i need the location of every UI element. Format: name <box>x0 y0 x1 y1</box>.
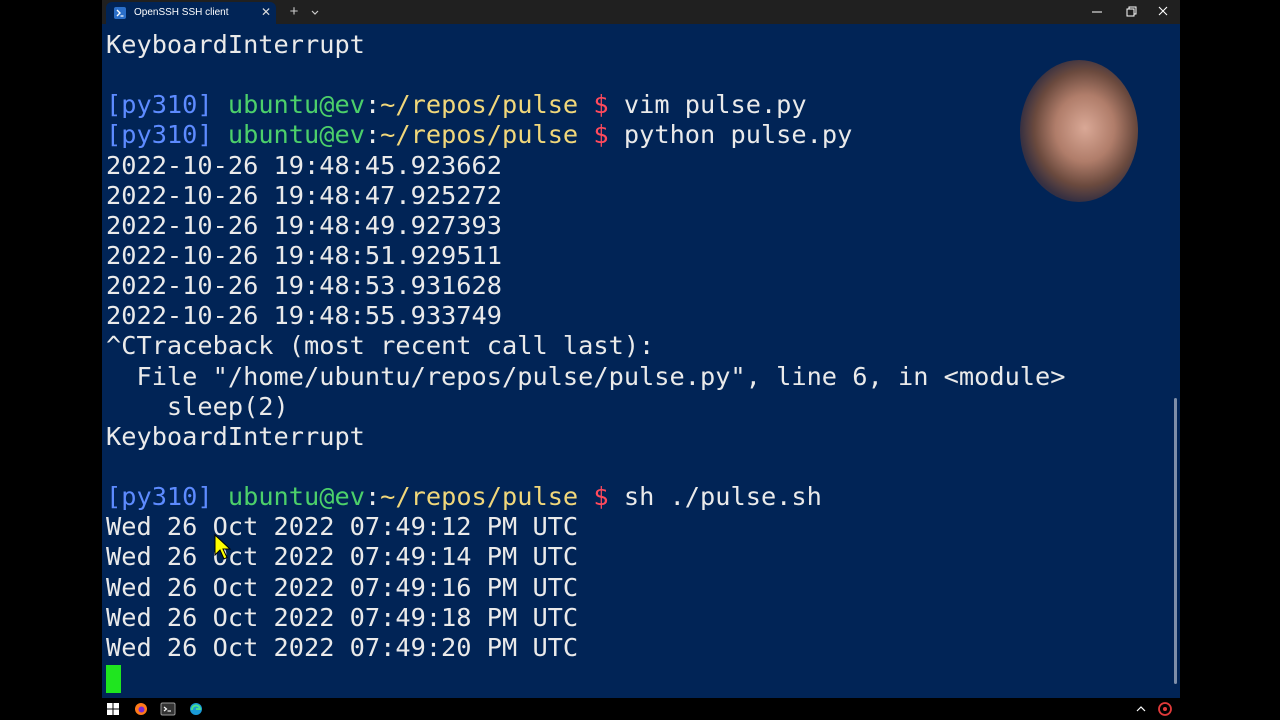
prompt-user: ubuntu@ev <box>227 482 365 512</box>
minimize-icon[interactable] <box>1080 0 1114 24</box>
cursor-line[interactable] <box>106 663 1166 693</box>
output-line: 2022-10-26 19:48:53.931628 <box>106 271 502 301</box>
tray-app-icon[interactable] <box>1157 701 1173 717</box>
webcam-overlay <box>1020 60 1138 202</box>
prompt-env: [py310] <box>106 120 213 150</box>
prompt-path: ~/repos/pulse <box>380 90 579 120</box>
tab-openssh[interactable]: OpenSSH SSH client ✕ <box>106 2 276 24</box>
prompt-dollar: $ <box>593 482 609 512</box>
prompt-user: ubuntu@ev <box>227 90 365 120</box>
powershell-icon <box>114 7 126 19</box>
terminal-icon[interactable] <box>160 701 176 717</box>
chevron-up-icon[interactable] <box>1133 701 1149 717</box>
prompt-colon: : <box>364 120 381 150</box>
command-text: python pulse.py <box>623 120 853 150</box>
mouse-pointer-icon <box>214 534 232 560</box>
prompt-line: [py310] ubuntu@ev:~/repos/pulse $ vim pu… <box>106 90 1166 120</box>
prompt-path: ~/repos/pulse <box>380 120 579 150</box>
prompt-line: [py310] ubuntu@ev:~/repos/pulse $ sh ./p… <box>106 482 1166 512</box>
output-line: Wed 26 Oct 2022 07:49:16 PM UTC <box>106 572 579 602</box>
prompt-env: [py310] <box>106 482 213 512</box>
edge-icon[interactable] <box>188 701 204 717</box>
prompt-user: ubuntu@ev <box>227 120 365 150</box>
close-icon[interactable] <box>1146 0 1180 24</box>
output-line: Wed 26 Oct 2022 07:49:20 PM UTC <box>106 632 579 662</box>
prompt-env: [py310] <box>106 90 213 120</box>
output-line: 2022-10-26 19:48:45.923662 <box>106 150 502 180</box>
command-text: sh ./pulse.sh <box>623 482 822 512</box>
output-line: KeyboardInterrupt <box>106 421 365 451</box>
output-line: Wed 26 Oct 2022 07:49:14 PM UTC <box>106 542 579 572</box>
prompt-colon: : <box>364 90 381 120</box>
new-tab-button[interactable]: + <box>286 3 302 21</box>
tab-close-icon[interactable]: ✕ <box>258 4 274 20</box>
restore-icon[interactable] <box>1114 0 1148 24</box>
chevron-down-icon[interactable] <box>308 4 322 20</box>
output-line: 2022-10-26 19:48:49.927393 <box>106 210 502 240</box>
prompt-path: ~/repos/pulse <box>380 482 579 512</box>
terminal-window: OpenSSH SSH client ✕ + KeyboardInterrupt… <box>102 0 1180 698</box>
prompt-line: [py310] ubuntu@ev:~/repos/pulse $ python… <box>106 120 1166 150</box>
prompt-colon: : <box>364 482 381 512</box>
output-line: KeyboardInterrupt <box>106 30 365 59</box>
output-line: Wed 26 Oct 2022 07:49:12 PM UTC <box>106 512 579 542</box>
output-line: File "/home/ubuntu/repos/pulse/pulse.py"… <box>106 361 1066 391</box>
text-cursor <box>106 664 121 693</box>
terminal-output[interactable]: KeyboardInterrupt [py310] ubuntu@ev:~/re… <box>106 30 1166 693</box>
tab-title: OpenSSH SSH client <box>134 7 229 18</box>
taskbar <box>0 698 1280 720</box>
output-line: Wed 26 Oct 2022 07:49:18 PM UTC <box>106 602 579 632</box>
output-line: 2022-10-26 19:48:55.933749 <box>106 301 502 331</box>
prompt-dollar: $ <box>593 120 609 150</box>
command-text: vim pulse.py <box>623 90 807 120</box>
title-bar[interactable]: OpenSSH SSH client ✕ + <box>102 0 1180 24</box>
prompt-dollar: $ <box>593 90 609 120</box>
windows-start-icon[interactable] <box>105 701 121 717</box>
output-line: 2022-10-26 19:48:47.925272 <box>106 180 502 210</box>
scrollbar[interactable] <box>1174 398 1177 684</box>
firefox-icon[interactable] <box>133 701 149 717</box>
output-line: ^CTraceback (most recent call last): <box>106 331 655 361</box>
output-line: sleep(2) <box>106 391 289 421</box>
output-line: 2022-10-26 19:48:51.929511 <box>106 240 502 270</box>
